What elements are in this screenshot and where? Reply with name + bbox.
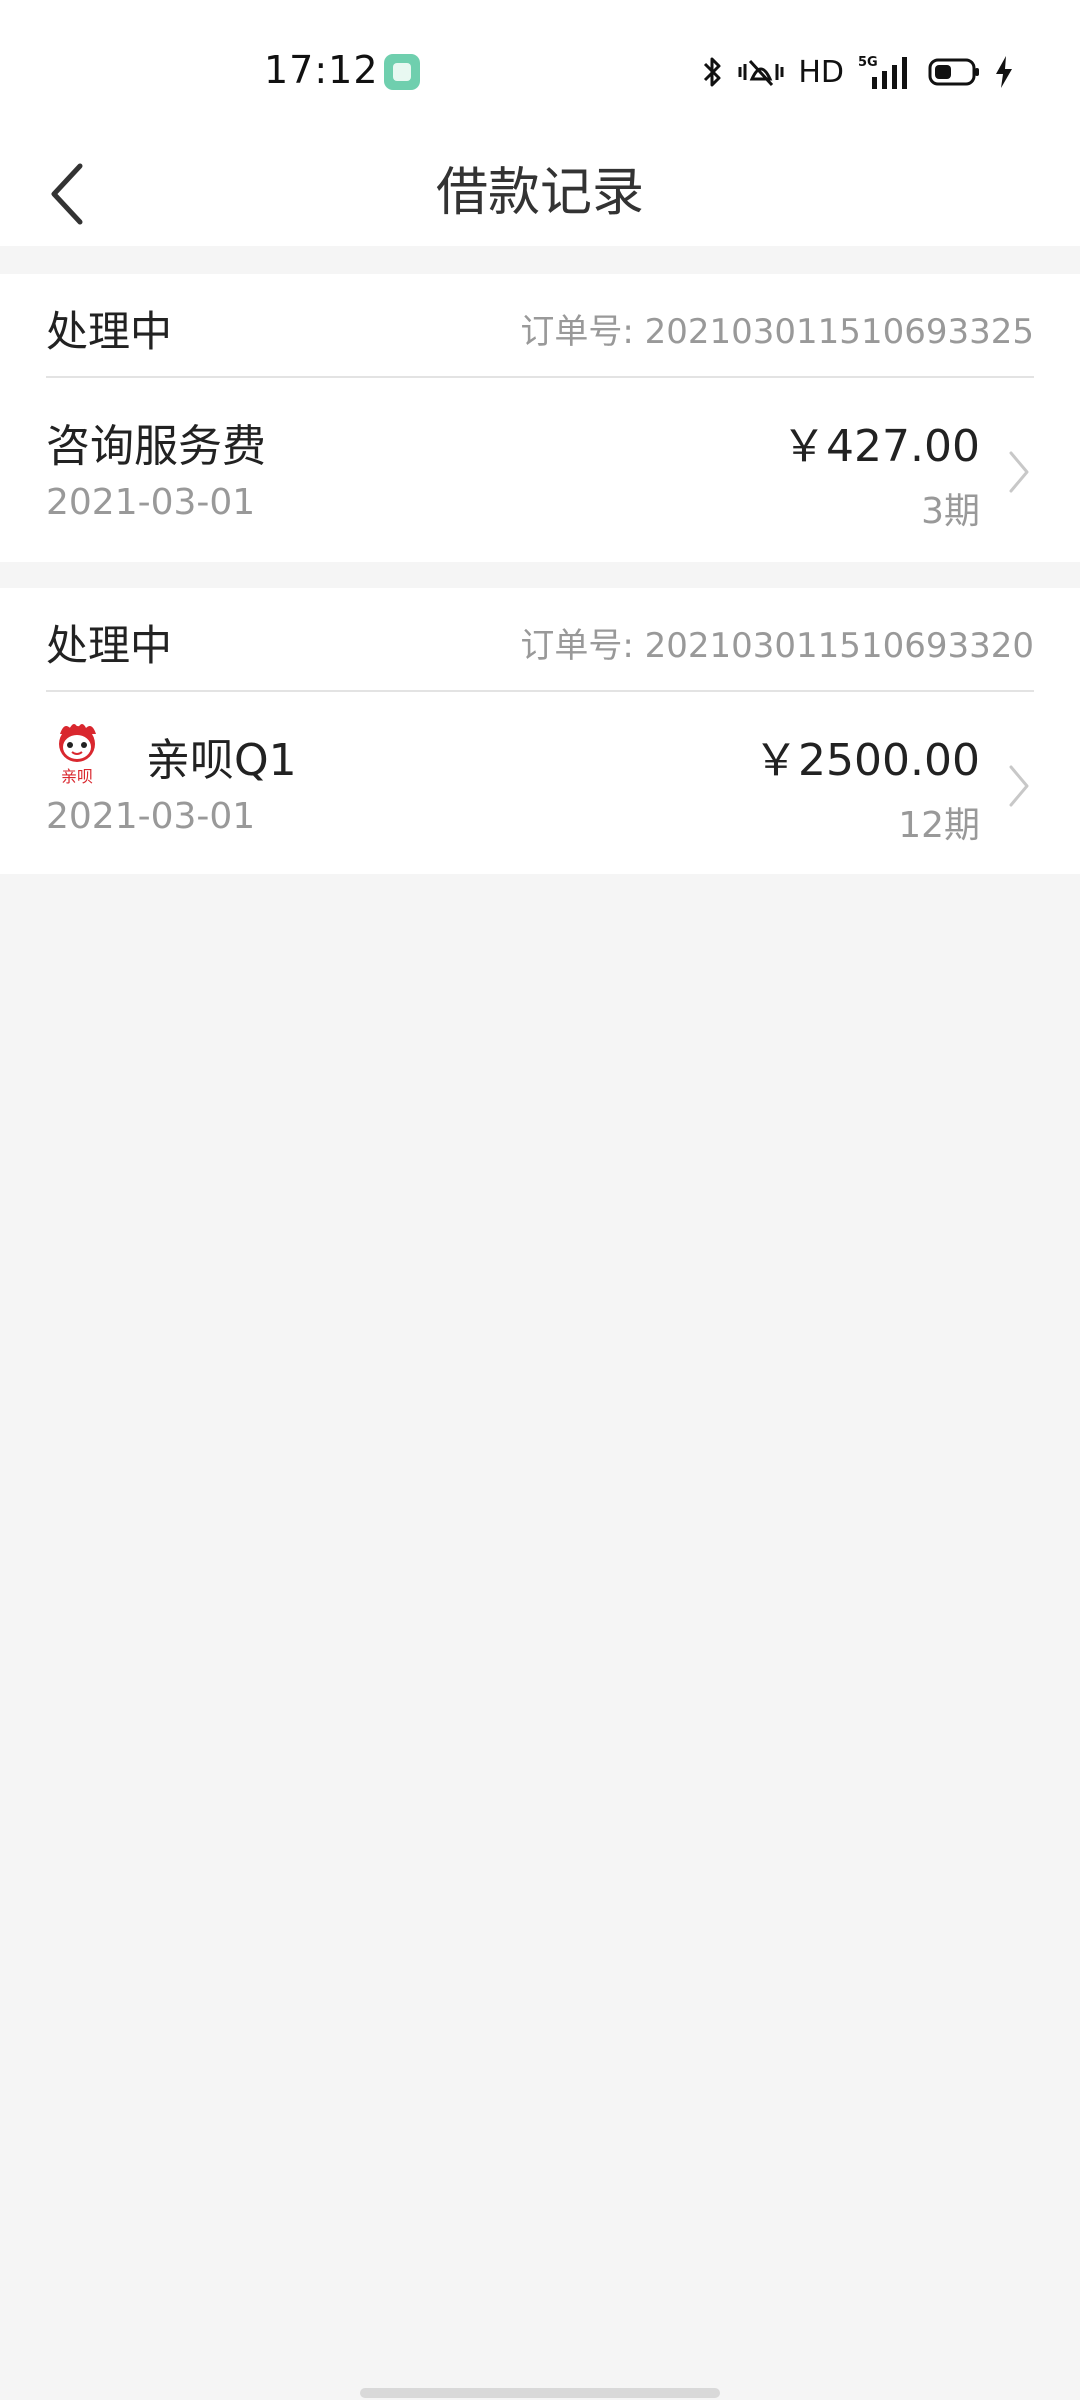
record-status: 处理中 xyxy=(46,621,173,670)
order-number-label: 订单号: xyxy=(520,312,634,352)
record-status: 处理中 xyxy=(46,307,173,356)
qinbei-logo-icon: 亲呗 xyxy=(59,724,96,784)
bluetooth-icon xyxy=(704,57,721,87)
app-notification-icon xyxy=(384,54,420,90)
order-number: 订单号: 202103011510693320 xyxy=(520,618,1034,667)
record-date: 2021-03-01 xyxy=(46,482,256,523)
vibrate-mute-icon xyxy=(738,59,784,87)
order-number-label: 订单号: xyxy=(520,626,634,666)
order-number: 订单号: 202103011510693325 xyxy=(520,304,1034,353)
chevron-right-icon xyxy=(1009,765,1029,807)
charging-icon xyxy=(996,56,1012,88)
record-date: 2021-03-01 xyxy=(46,796,256,837)
order-number-value: 202103011510693325 xyxy=(644,312,1034,352)
chevron-right-icon xyxy=(1009,451,1029,493)
status-bar: 17:12 HD 5G xyxy=(0,0,1080,140)
card-header: 处理中 订单号: 202103011510693325 xyxy=(46,274,1034,378)
loan-record-card: 处理中 订单号: 202103011510693325 咨询服务费 2021-0… xyxy=(0,274,1080,562)
record-amount: ￥427.00 xyxy=(782,421,980,472)
nav-bar: 借款记录 xyxy=(0,140,1080,246)
battery-icon xyxy=(928,58,979,86)
status-time: 17:12 xyxy=(264,48,379,92)
page-title: 借款记录 xyxy=(435,163,644,223)
record-detail-row[interactable]: 咨询服务费 2021-03-01 ￥427.00 3期 xyxy=(0,378,1080,556)
svg-text:亲呗: 亲呗 xyxy=(61,767,93,784)
record-term: 3期 xyxy=(921,491,980,532)
record-name: 咨询服务费 xyxy=(46,421,266,472)
record-term: 12期 xyxy=(898,805,980,846)
loan-record-card: 处理中 订单号: 202103011510693320 亲呗 亲呗Q1 2021… xyxy=(0,588,1080,874)
record-amount: ￥2500.00 xyxy=(754,735,980,786)
record-detail-row[interactable]: 亲呗 亲呗Q1 2021-03-01 ￥2500.00 12期 xyxy=(0,692,1080,870)
order-number-value: 202103011510693320 xyxy=(644,626,1034,666)
card-header: 处理中 订单号: 202103011510693320 xyxy=(46,588,1034,692)
signal-icon: 5G xyxy=(858,55,907,89)
network-hd-label: HD xyxy=(798,54,844,90)
svg-text:5G: 5G xyxy=(858,55,878,70)
record-name: 亲呗Q1 xyxy=(146,735,297,786)
home-indicator[interactable] xyxy=(360,2388,720,2398)
status-icons: HD 5G xyxy=(702,50,1014,94)
